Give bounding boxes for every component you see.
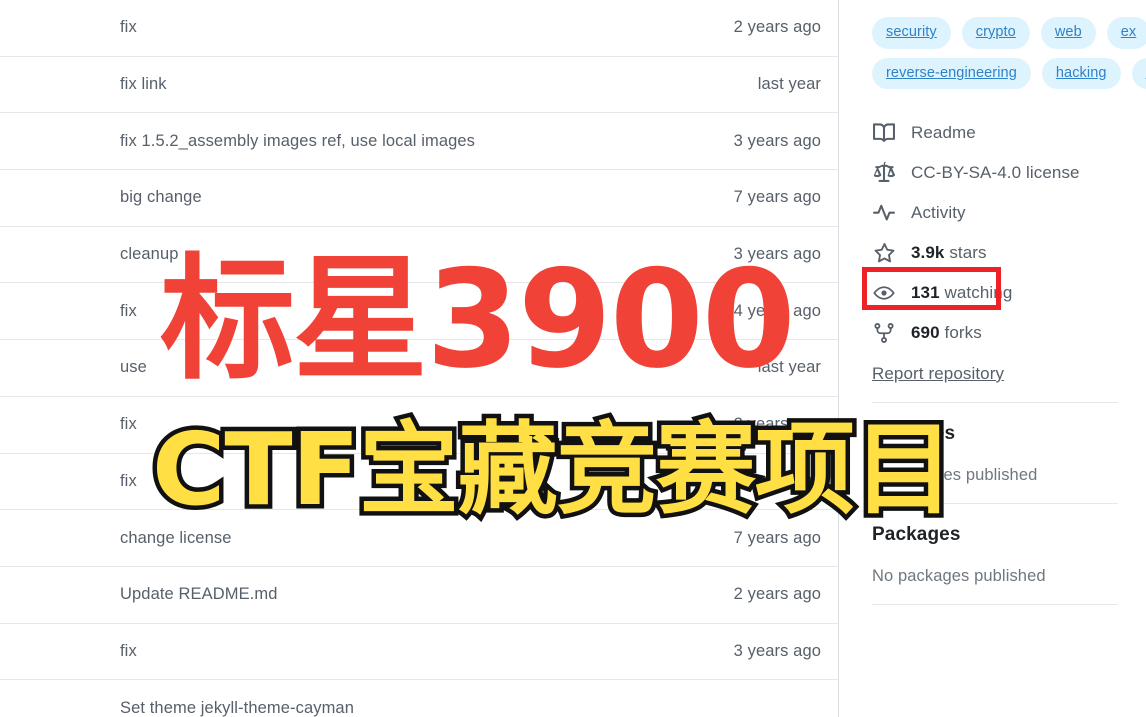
meta-label-text: stars (944, 243, 987, 262)
commit-row[interactable]: big change 7 years ago (0, 170, 838, 227)
meta-label: 3.9k stars (911, 243, 987, 263)
meta-label-text: forks (939, 323, 982, 342)
topic-tag[interactable]: hacking (1041, 57, 1121, 89)
commit-message[interactable]: big change (120, 188, 202, 207)
star-icon (872, 241, 896, 265)
meta-label: Activity (911, 203, 966, 222)
repo-meta-list: Readme CC-BY-SA-4.0 license Activity 3.9k s… (872, 113, 1146, 353)
readme-link[interactable]: Readme (872, 113, 1146, 153)
repo-sidebar: security crypto web ex reverse-engineering ha… (839, 0, 1146, 717)
commit-message[interactable]: fix link (120, 75, 167, 94)
commit-row[interactable]: Set theme jekyll-theme-cayman (0, 680, 838, 717)
watchers-link[interactable]: 131 watching (872, 273, 1146, 313)
fork-icon (872, 321, 896, 345)
commit-row[interactable]: fix 3 years ago (0, 624, 838, 681)
pulse-icon (872, 201, 896, 225)
topic-tag[interactable]: reverse-engineering (872, 57, 1031, 89)
commit-message[interactable]: fix (120, 642, 137, 661)
law-icon (872, 161, 896, 185)
meta-count: 3.9k (911, 243, 945, 262)
commit-age: 2 years ago (733, 18, 821, 37)
meta-label-text: watching (939, 283, 1013, 302)
commit-message[interactable]: fix (120, 302, 137, 321)
topic-tag-list: security crypto web ex reverse-engineering ha… (872, 0, 1146, 89)
meta-label: 131 watching (911, 283, 1012, 303)
github-repo-screenshot: fix 2 years ago fix link last year fix 1.5.… (0, 0, 1146, 717)
meta-count: 690 (911, 323, 940, 342)
meta-count: 131 (911, 283, 940, 302)
overlay-headline-red: 标星3900 (160, 241, 796, 398)
topic-tag[interactable]: security (872, 17, 951, 49)
commit-message[interactable]: Set theme jekyll-theme-cayman (120, 699, 354, 717)
topic-tag[interactable]: crypto (961, 17, 1030, 49)
commit-message[interactable]: fix (120, 415, 137, 434)
license-link[interactable]: CC-BY-SA-4.0 license (872, 153, 1146, 193)
commit-age: last year (757, 75, 821, 94)
commit-message[interactable]: fix 1.5.2_assembly images ref, use local… (120, 132, 475, 151)
meta-label: Readme (911, 123, 976, 142)
commit-message[interactable]: fix (120, 472, 137, 491)
meta-label: CC-BY-SA-4.0 license (911, 163, 1080, 182)
packages-empty-text: No packages published (872, 567, 1046, 585)
commit-message[interactable]: use (120, 358, 147, 377)
stars-link[interactable]: 3.9k stars (872, 233, 1146, 273)
commit-age: 2 years ago (733, 585, 821, 604)
commit-message[interactable]: fix (120, 18, 137, 37)
topic-tag[interactable]: web (1040, 17, 1096, 49)
forks-link[interactable]: 690 forks (872, 313, 1146, 353)
commit-row[interactable]: Update README.md 2 years ago (0, 567, 838, 624)
commit-message[interactable]: Update README.md (120, 585, 278, 604)
commit-age: 3 years ago (733, 131, 821, 150)
overlay-headline-yellow: CTF宝藏竞赛项目 (148, 411, 959, 528)
commit-age: 7 years ago (733, 188, 821, 207)
commit-age: 7 years ago (733, 528, 821, 547)
commit-row[interactable]: fix 1.5.2_assembly images ref, use local… (0, 113, 838, 171)
meta-label: 690 forks (911, 323, 982, 343)
topic-tag[interactable]: misc (1131, 57, 1146, 89)
topic-tag[interactable]: ex (1106, 17, 1146, 49)
commit-age: 3 years ago (733, 641, 821, 660)
commit-row[interactable]: fix 2 years ago (0, 0, 838, 57)
report-repository-link[interactable]: Report repository (872, 364, 1146, 384)
commit-message[interactable]: change license (120, 529, 231, 548)
commit-row[interactable]: fix link last year (0, 57, 838, 114)
eye-icon (872, 281, 896, 305)
book-icon (872, 121, 896, 145)
activity-link[interactable]: Activity (872, 193, 1146, 233)
sidebar-divider-bottom (872, 604, 1118, 605)
